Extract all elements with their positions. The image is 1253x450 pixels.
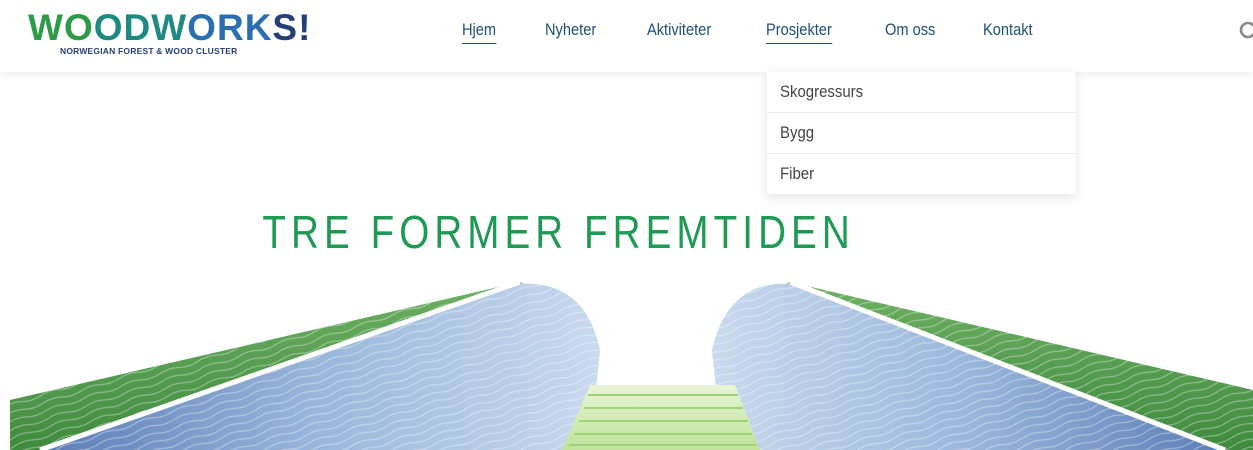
- logo-letter: D: [123, 7, 152, 48]
- logo-wordmark: WOODWORKS!: [28, 8, 311, 48]
- logo-letter: O: [187, 7, 217, 48]
- logo-letter: O: [93, 7, 124, 48]
- nav-item-prosjekter[interactable]: Prosjekter: [766, 20, 832, 44]
- dropdown-item-label: Fiber: [780, 164, 815, 183]
- nav-item-hjem[interactable]: Hjem: [462, 20, 497, 44]
- hero-wood-arch-image: [10, 279, 1253, 450]
- logo-letter: !: [298, 7, 312, 48]
- logo-letter: R: [216, 7, 245, 48]
- nav-item-kontakt[interactable]: Kontakt: [983, 20, 1033, 40]
- logo-letter: O: [63, 7, 94, 48]
- dropdown-item-label: Bygg: [780, 123, 815, 142]
- nav-item-nyheter[interactable]: Nyheter: [545, 20, 596, 40]
- prosjekter-dropdown: Skogressurs Bygg Fiber: [767, 72, 1076, 194]
- search-icon[interactable]: [1238, 20, 1253, 44]
- woodworks-logo[interactable]: WOODWORKS! NORWEGIAN FOREST & WOOD CLUST…: [28, 8, 310, 64]
- page: WOODWORKS! NORWEGIAN FOREST & WOOD CLUST…: [0, 0, 1253, 450]
- dropdown-item-label: Skogressurs: [780, 82, 864, 101]
- dropdown-item-bygg[interactable]: Bygg: [767, 113, 1076, 154]
- nav-item-aktiviteter[interactable]: Aktiviteter: [647, 20, 711, 40]
- dropdown-item-fiber[interactable]: Fiber: [767, 154, 1076, 194]
- nav-item-om-oss[interactable]: Om oss: [885, 20, 935, 40]
- dropdown-item-skogressurs[interactable]: Skogressurs: [767, 72, 1076, 113]
- logo-letter: S: [272, 7, 299, 48]
- logo-letter: K: [244, 7, 273, 48]
- logo-letter: W: [28, 7, 64, 48]
- logo-letter: W: [151, 7, 188, 48]
- logo-subtitle: NORWEGIAN FOREST & WOOD CLUSTER: [60, 46, 238, 56]
- site-header: WOODWORKS! NORWEGIAN FOREST & WOOD CLUST…: [0, 0, 1253, 72]
- hero-title: TRE FORMER FREMTIDEN: [262, 206, 855, 258]
